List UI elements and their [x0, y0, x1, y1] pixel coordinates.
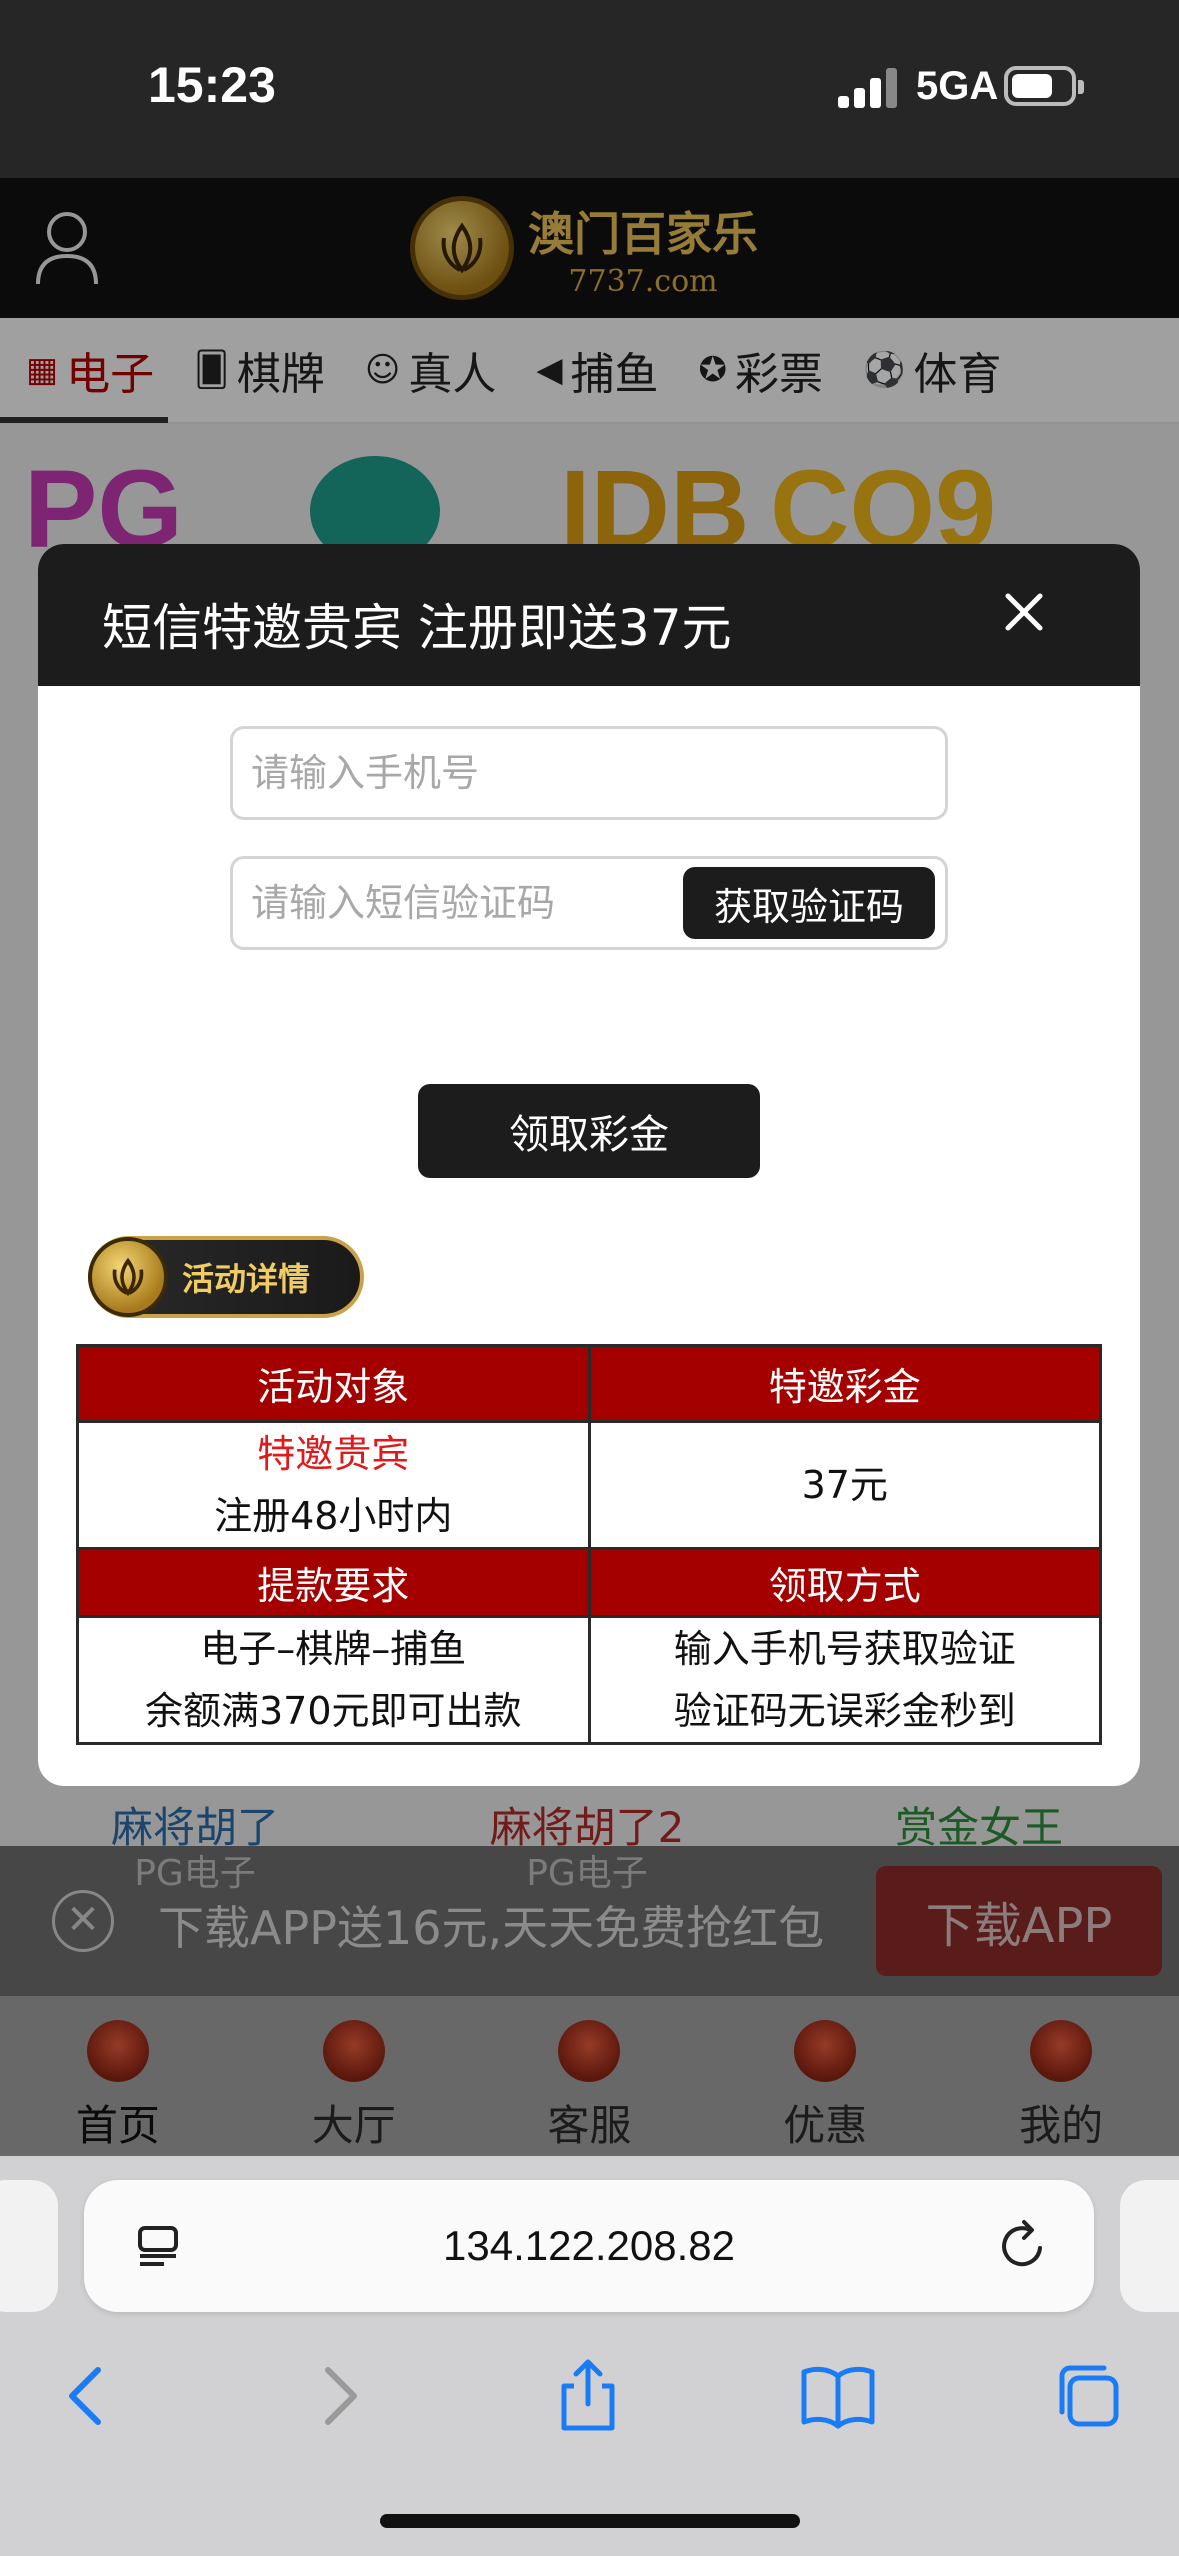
cell-highlight-text: 特邀贵宾: [257, 1432, 410, 1476]
get-code-button[interactable]: 获取验证码: [683, 867, 935, 939]
rules-table: 活动对象 特邀彩金 特邀贵宾 注册48小时内 37元 提款要求 领取方式 电子–…: [76, 1344, 1102, 1745]
table-cell: 特邀贵宾 注册48小时内: [76, 1420, 591, 1550]
modal-title: 短信特邀贵宾 注册即送37元: [102, 599, 732, 657]
previous-tab-preview[interactable]: [0, 2180, 58, 2312]
network-label: 5GA: [916, 64, 999, 108]
address-bar[interactable]: 134.122.208.82: [84, 2180, 1094, 2312]
close-icon[interactable]: [994, 582, 1054, 642]
badge-label: 活动详情: [182, 1260, 311, 1298]
cell-text: 输入手机号获取验证: [673, 1627, 1016, 1671]
cell-text: 电子–棋牌–捕鱼: [200, 1627, 467, 1671]
table-header: 特邀彩金: [587, 1344, 1102, 1423]
home-indicator[interactable]: [380, 2514, 800, 2528]
tabs-icon[interactable]: [1048, 2356, 1128, 2436]
reload-icon[interactable]: [996, 2218, 1050, 2272]
share-icon[interactable]: [548, 2356, 628, 2436]
cell-text: 余额满370元即可出款: [144, 1689, 522, 1733]
next-tab-preview[interactable]: [1120, 2180, 1179, 2312]
browser-toolbar: 134.122.208.82: [0, 2156, 1179, 2556]
claim-bonus-button[interactable]: 领取彩金: [418, 1084, 760, 1178]
activity-details-badge: 活动详情: [88, 1236, 364, 1318]
table-header: 领取方式: [587, 1547, 1102, 1618]
phone-input[interactable]: [233, 729, 945, 817]
cell-text: 注册48小时内: [214, 1494, 453, 1538]
status-time: 15:23: [148, 57, 276, 113]
phone-field[interactable]: [230, 726, 948, 820]
signal-icon: [838, 66, 900, 108]
table-header: 活动对象: [76, 1344, 591, 1423]
battery-icon: [1004, 66, 1084, 106]
table-cell: 电子–棋牌–捕鱼 余额满370元即可出款: [76, 1615, 591, 1745]
bookmarks-icon[interactable]: [798, 2356, 878, 2436]
table-header: 提款要求: [76, 1547, 591, 1618]
status-bar: 15:23 5GA: [0, 0, 1179, 178]
badge-emblem-icon: [88, 1237, 168, 1317]
url-text: 134.122.208.82: [443, 2222, 735, 2269]
table-cell: 输入手机号获取验证 验证码无误彩金秒到: [587, 1615, 1102, 1745]
forward-icon[interactable]: [298, 2356, 378, 2436]
back-icon[interactable]: [48, 2356, 128, 2436]
sms-code-field[interactable]: 获取验证码: [230, 856, 948, 950]
cell-text: 验证码无误彩金秒到: [673, 1689, 1016, 1733]
modal-header: 短信特邀贵宾 注册即送37元: [38, 544, 1140, 686]
table-cell: 37元: [587, 1420, 1102, 1550]
sms-code-input[interactable]: [233, 859, 673, 947]
sms-promo-modal: 短信特邀贵宾 注册即送37元 获取验证码 领取彩金 活动详情 活动对象 特邀彩金…: [38, 544, 1140, 1786]
